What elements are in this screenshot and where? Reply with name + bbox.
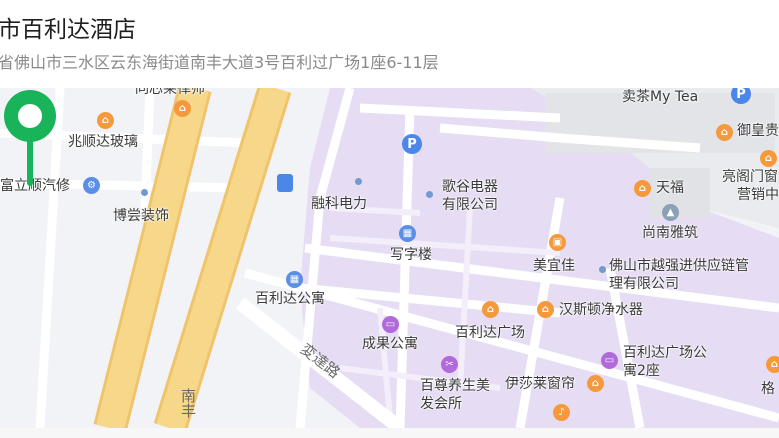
shop-icon[interactable]: ⌂ [97, 112, 114, 129]
parking-icon[interactable]: P [402, 134, 422, 154]
location-pin-icon[interactable] [0, 88, 60, 188]
poi-label-yuhuang: 御皇贵 [737, 123, 779, 139]
poi-label-baizun: 百尊养生美发会所 [420, 378, 490, 412]
place-header: 市百利达酒店 省佛山市三水区云东海街道南丰大道3号百利过广场1座6-11层 [0, 0, 779, 88]
poi-label-bailida-plaza: 百利达广场 [455, 325, 525, 341]
bus-stop-icon[interactable] [277, 174, 293, 192]
poi-label-xinlai: 同芯莱律师 [135, 88, 205, 97]
store-icon[interactable]: ▣ [549, 234, 566, 251]
shop-icon[interactable]: ⌂ [760, 150, 777, 167]
poi-label-bailida-apt2: 百利达广场公寓2座 [623, 345, 707, 379]
bottom-strip [0, 428, 779, 438]
shop-icon[interactable]: ⌂ [716, 124, 733, 141]
poi-label-shangnan: 尚南雅筑 [642, 225, 698, 241]
poi-label-bailida-apt: 百利达公寓 [255, 291, 325, 307]
poi-label-meiyijia: 美宜佳 [533, 258, 575, 274]
hotel-icon[interactable]: ▭ [382, 316, 399, 333]
poi-dot[interactable] [599, 266, 606, 273]
map-view[interactable]: 変達路 南丰 同芯莱律师 ⌂ ⌂ 兆顺达玻璃 富立顺汽修 ⚙ 博尝装饰 P 融科… [0, 88, 779, 428]
residential-icon[interactable]: ▲ [662, 204, 679, 221]
shop-icon[interactable]: ⌂ [766, 356, 779, 373]
poi-dot[interactable] [355, 178, 362, 185]
place-address: 省佛山市三水区云东海街道南丰大道3号百利过广场1座6-11层 [0, 53, 439, 72]
poi-label-xiezilou: 写字楼 [390, 247, 432, 263]
poi-label-chengguo: 成果公寓 [362, 336, 418, 352]
poi-label-yishalai: 伊莎莱窗帘 [505, 376, 575, 392]
car-repair-icon[interactable]: ⚙ [83, 177, 100, 194]
apartment-icon[interactable]: ▦ [286, 271, 303, 288]
shop-icon[interactable]: ⌂ [482, 301, 499, 318]
poi-label-ge: 格 [761, 381, 775, 397]
poi-label-zhaoshun: 兆顺达玻璃 [68, 134, 138, 150]
office-building-icon[interactable]: ▦ [399, 225, 416, 242]
apartment-icon[interactable]: ▭ [601, 352, 618, 369]
poi-label-lianggemen: 亮阁门窗 [722, 169, 778, 185]
poi-label-foshan-yueqiang: 佛山市越强进供应链管理有限公司 [609, 258, 749, 292]
shop-icon[interactable]: ⌂ [634, 180, 651, 197]
poi-label-bochang: 博尝装饰 [113, 208, 169, 224]
place-title: 市百利达酒店 [0, 17, 136, 43]
road-label-nanfeng: 南丰 [179, 388, 197, 418]
poi-dot[interactable] [426, 191, 433, 198]
poi-label-maicha: 卖茶My Tea [622, 89, 699, 105]
poi-label-tianfu: 天福 [656, 180, 684, 196]
poi-label-yingxiao: 营销中 [737, 187, 779, 203]
salon-icon[interactable]: ✂ [441, 356, 458, 373]
poi-label-gegu: 歌谷电器有限公司 [442, 179, 498, 213]
shop-icon[interactable]: ⌂ [537, 301, 554, 318]
shop-icon[interactable]: ⌂ [174, 100, 191, 117]
poi-label-rongke: 融科电力 [311, 196, 367, 212]
poi-label-hansidun: 汉斯顿净水器 [559, 302, 643, 318]
poi-dot[interactable] [141, 189, 148, 196]
shop-icon[interactable]: ⌂ [587, 375, 604, 392]
music-icon[interactable]: ♪ [553, 404, 570, 421]
